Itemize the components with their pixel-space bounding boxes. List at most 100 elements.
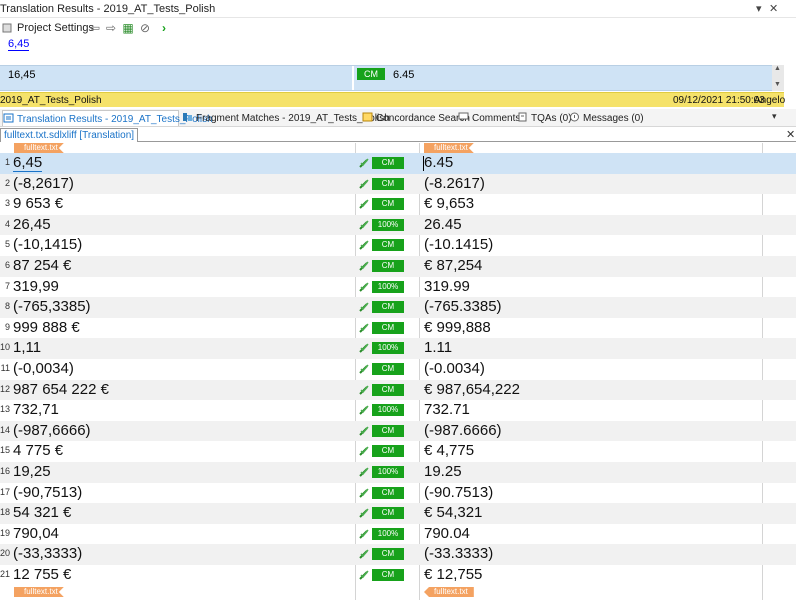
confirmed-status-icon[interactable] bbox=[358, 487, 370, 499]
segment-source: 987 654 222 € bbox=[13, 380, 109, 398]
segment-row[interactable]: 11 (-0,0034) CM (-0.0034) bbox=[0, 359, 796, 380]
segment-row[interactable]: 5 (-10,1415) CM (-10.1415) bbox=[0, 235, 796, 256]
match-badge: CM bbox=[357, 68, 385, 80]
segment-number: 4 bbox=[4, 218, 10, 229]
segment-number: 13 bbox=[0, 404, 10, 415]
segment-row[interactable]: 12 987 654 222 € CM € 987,654,222 bbox=[0, 379, 796, 401]
segment-row[interactable]: 13 732,71 100% 732.71 bbox=[0, 400, 796, 421]
segment-target[interactable]: 6.45 bbox=[422, 154, 453, 171]
segment-row[interactable]: 2 (-8,2617) CM (-8.2617) bbox=[0, 173, 796, 195]
segment-number: 14 bbox=[0, 424, 10, 435]
confirmed-status-icon[interactable] bbox=[358, 384, 370, 396]
forward-arrow-icon[interactable]: ⇨ bbox=[104, 21, 118, 35]
confirmed-status-icon[interactable] bbox=[358, 363, 370, 375]
segment-target[interactable]: (-0.0034) bbox=[424, 360, 485, 377]
tqa-icon bbox=[518, 112, 527, 122]
segment-row[interactable]: 8 (-765,3385) CM (-765.3385) bbox=[0, 297, 796, 318]
segment-row[interactable]: 17 (-90,7513) CM (-90.7513) bbox=[0, 483, 796, 504]
segment-row[interactable]: 21 12 755 € CM € 12,755 bbox=[0, 565, 796, 586]
confirmed-status-icon[interactable] bbox=[358, 445, 370, 457]
segment-target[interactable]: € 9,653 bbox=[424, 195, 474, 212]
segment-target[interactable]: € 54,321 bbox=[424, 504, 482, 521]
match-row[interactable]: 16,45 CM 6.45 bbox=[0, 65, 784, 91]
segment-row[interactable]: 10 1,11 100% 1.11 bbox=[0, 338, 796, 359]
confirmed-status-icon[interactable] bbox=[358, 157, 370, 169]
confirmed-status-icon[interactable] bbox=[358, 239, 370, 251]
segment-target[interactable]: (-765.3385) bbox=[424, 298, 502, 315]
segment-target[interactable]: 19.25 bbox=[424, 463, 462, 480]
confirmed-status-icon[interactable] bbox=[358, 260, 370, 272]
confirmed-status-icon[interactable] bbox=[358, 322, 370, 334]
tab-tqas[interactable]: TQAs (0) bbox=[517, 110, 572, 126]
document-tab[interactable]: fulltext.txt.sdlxliff [Translation] bbox=[0, 128, 139, 142]
segment-target[interactable]: (-33.3333) bbox=[424, 545, 493, 562]
match-percent-badge: CM bbox=[372, 383, 404, 396]
segment-target[interactable]: (-987.6666) bbox=[424, 422, 502, 439]
confirmed-status-icon[interactable] bbox=[358, 404, 370, 416]
confirmed-status-icon[interactable] bbox=[358, 548, 370, 560]
tab-concordance-search[interactable]: Concordance Search bbox=[362, 110, 470, 126]
confirmed-status-icon[interactable] bbox=[358, 281, 370, 293]
segment-row[interactable]: 16 19,25 100% 19.25 bbox=[0, 462, 796, 483]
segment-target[interactable]: 732.71 bbox=[424, 401, 470, 418]
back-arrow-icon[interactable]: ⇦ bbox=[88, 21, 102, 35]
segment-row[interactable]: 14 (-987,6666) CM (-987.6666) bbox=[0, 420, 796, 442]
disable-icon[interactable]: ⊘ bbox=[138, 21, 152, 35]
segment-target[interactable]: (-90.7513) bbox=[424, 484, 493, 501]
confirmed-status-icon[interactable] bbox=[358, 528, 370, 540]
tab-fragment-matches[interactable]: Fragment Matches - 2019_AT_Tests_Polish bbox=[182, 110, 390, 126]
confirmed-status-icon[interactable] bbox=[358, 178, 370, 190]
segment-target[interactable]: 1.11 bbox=[424, 339, 452, 356]
segment-row[interactable]: 18 54 321 € CM € 54,321 bbox=[0, 503, 796, 524]
segment-target[interactable]: € 87,254 bbox=[424, 257, 482, 274]
scroll-down-icon[interactable]: ▼ bbox=[774, 81, 781, 88]
confirmed-status-icon[interactable] bbox=[358, 342, 370, 354]
segment-row[interactable]: 6 87 254 € CM € 87,254 bbox=[0, 256, 796, 277]
match-percent-badge: CM bbox=[372, 569, 404, 581]
match-scrollbar[interactable]: ▲ ▼ bbox=[772, 65, 784, 91]
confirmed-status-icon[interactable] bbox=[358, 219, 370, 231]
segment-row[interactable]: 39 653 € CM € 9,653 bbox=[0, 194, 796, 215]
confirmed-status-icon[interactable] bbox=[358, 301, 370, 313]
segment-target[interactable]: (-10.1415) bbox=[424, 236, 493, 253]
apply-translation-icon[interactable]: ▦ bbox=[121, 21, 135, 35]
confirmed-status-icon[interactable] bbox=[358, 507, 370, 519]
segment-target[interactable]: € 987,654,222 bbox=[424, 381, 520, 398]
source-file-tag-top: fulltext.txt bbox=[14, 143, 64, 153]
segment-row[interactable]: 15 4 775 € CM € 4,775 bbox=[0, 441, 796, 462]
tab-translation-results[interactable]: Translation Results - 2019_AT_Tests_Poli… bbox=[2, 110, 213, 126]
segment-target[interactable]: € 4,775 bbox=[424, 442, 474, 459]
match-percent-badge: 100% bbox=[372, 404, 404, 417]
confirmed-status-icon[interactable] bbox=[358, 569, 370, 581]
confirmed-status-icon[interactable] bbox=[358, 198, 370, 210]
next-icon[interactable]: › bbox=[157, 21, 171, 35]
segment-row[interactable]: 20 (-33,3333) CM (-33.3333) bbox=[0, 544, 796, 565]
segment-source: (-765,3385) bbox=[13, 298, 91, 316]
segment-number: 1 bbox=[4, 157, 10, 167]
pin-icon[interactable]: ▾ bbox=[756, 2, 762, 15]
confirmed-status-icon[interactable] bbox=[358, 425, 370, 437]
project-settings-button[interactable]: Project Settings bbox=[17, 22, 94, 34]
segment-row[interactable]: 7 319,99 100% 319.99 bbox=[0, 277, 796, 298]
document-close-icon[interactable]: ✕ bbox=[786, 128, 795, 141]
segment-source: (-0,0034) bbox=[13, 360, 74, 377]
close-icon[interactable]: ✕ bbox=[769, 2, 778, 15]
tab-label: Comments bbox=[472, 113, 521, 124]
document-tab-bar: fulltext.txt.sdlxliff [Translation] ✕ bbox=[0, 128, 796, 142]
segment-target[interactable]: € 999,888 bbox=[424, 319, 491, 336]
segment-row[interactable]: 4 26,45 100% 26.45 bbox=[0, 214, 796, 236]
segment-row[interactable]: 1 6,45 CM 6.45 bbox=[0, 153, 796, 174]
scroll-up-icon[interactable]: ▲ bbox=[774, 65, 781, 72]
confirmed-status-icon[interactable] bbox=[358, 466, 370, 478]
tab-messages[interactable]: Messages (0) bbox=[569, 110, 644, 126]
segment-target[interactable]: € 12,755 bbox=[424, 566, 482, 583]
segment-source: (-90,7513) bbox=[13, 483, 83, 501]
segment-target[interactable]: 790.04 bbox=[424, 525, 470, 542]
segment-target[interactable]: 319.99 bbox=[424, 278, 470, 295]
segment-target[interactable]: 26.45 bbox=[424, 216, 462, 233]
tab-comments[interactable]: Comments bbox=[458, 110, 520, 126]
tabs-dropdown-icon[interactable]: ▾ bbox=[772, 111, 777, 122]
segment-row[interactable]: 19 790,04 100% 790.04 bbox=[0, 524, 796, 545]
segment-row[interactable]: 9 999 888 € CM € 999,888 bbox=[0, 318, 796, 339]
segment-target[interactable]: (-8.2617) bbox=[424, 175, 485, 192]
